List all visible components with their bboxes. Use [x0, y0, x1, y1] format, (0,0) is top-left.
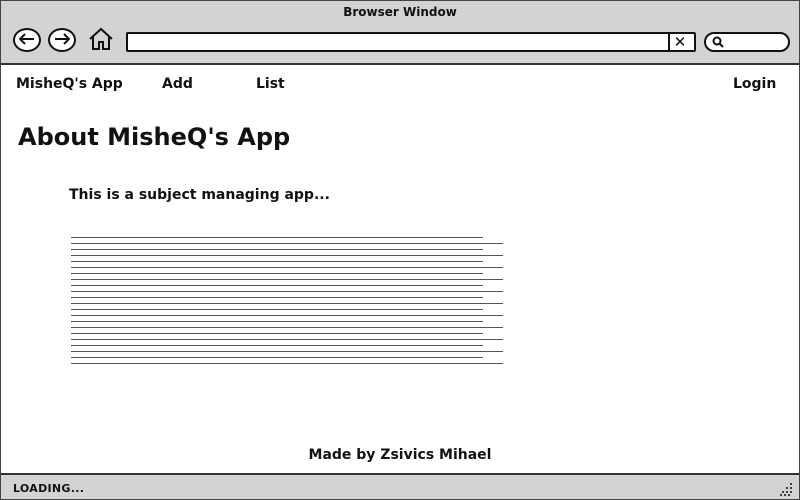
text-line [71, 273, 483, 274]
text-line [71, 321, 483, 322]
text-line [71, 279, 503, 280]
address-bar[interactable]: ✕ [126, 32, 696, 52]
title-bar: Browser Window ✕ [1, 1, 799, 65]
home-button[interactable] [87, 27, 115, 55]
text-line [71, 291, 503, 292]
text-line [71, 339, 503, 340]
nav-add-link[interactable]: Add [162, 76, 193, 92]
browser-window: Browser Window ✕ MisheQ's App Add List L… [0, 0, 800, 500]
text-line [71, 345, 483, 346]
text-line [71, 243, 503, 244]
back-button[interactable] [13, 28, 41, 52]
forward-arrow-icon [54, 32, 71, 48]
text-line [71, 309, 483, 310]
placeholder-paragraph [71, 237, 503, 369]
page-subtitle: This is a subject managing app... [69, 187, 330, 203]
text-line [71, 363, 503, 364]
top-nav: MisheQ's App Add List Login [1, 66, 799, 106]
window-title: Browser Window [343, 5, 457, 19]
close-icon: ✕ [673, 33, 687, 51]
nav-brand-link[interactable]: MisheQ's App [16, 76, 123, 92]
page-title: About MisheQ's App [18, 123, 291, 151]
text-line [71, 285, 483, 286]
text-line [71, 255, 503, 256]
text-line [71, 303, 503, 304]
text-line [71, 237, 483, 238]
text-line [71, 333, 483, 334]
clear-url-button[interactable]: ✕ [668, 33, 690, 51]
status-bar: LOADING... [1, 473, 799, 499]
home-icon [88, 27, 114, 55]
text-line [71, 267, 503, 268]
text-line [71, 351, 503, 352]
search-field[interactable] [704, 32, 790, 52]
text-line [71, 249, 483, 250]
text-line [71, 357, 483, 358]
text-line [71, 261, 483, 262]
back-arrow-icon [18, 32, 35, 48]
text-line [71, 297, 483, 298]
nav-list-link[interactable]: List [256, 76, 285, 92]
status-text: LOADING... [13, 482, 85, 495]
text-line [71, 315, 503, 316]
search-icon [712, 33, 724, 52]
resize-grip-icon[interactable] [779, 481, 793, 496]
footer-credit: Made by Zsivics Mihael [308, 447, 492, 463]
forward-button[interactable] [48, 28, 76, 52]
nav-login-link[interactable]: Login [733, 76, 776, 92]
text-line [71, 327, 503, 328]
